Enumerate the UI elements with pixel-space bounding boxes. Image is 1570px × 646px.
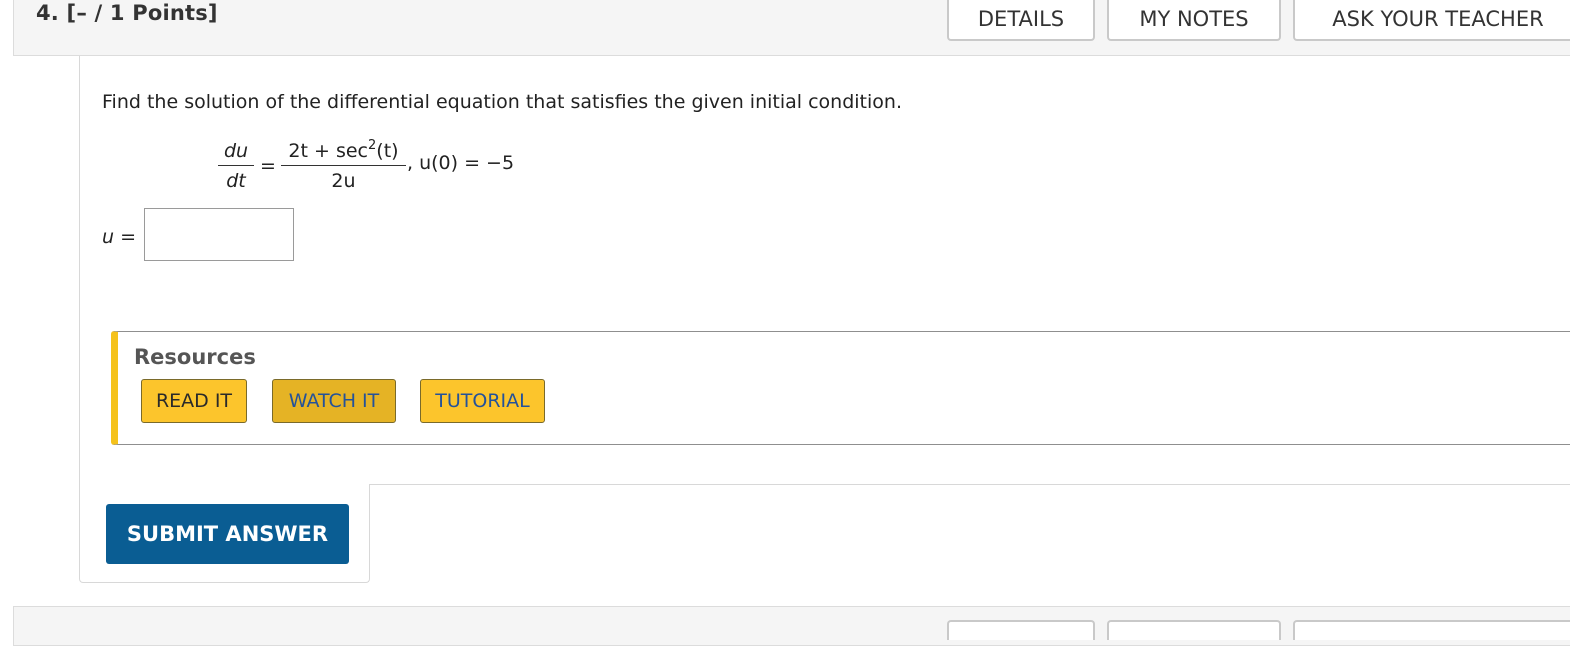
derivative-numerator: du	[223, 140, 249, 162]
fraction-bar	[281, 165, 406, 166]
rhs-denominator: 2u	[331, 170, 356, 192]
next-details-button[interactable]	[947, 620, 1095, 640]
tutorial-button[interactable]: TUTORIAL	[420, 379, 545, 423]
watch-it-button[interactable]: WATCH IT	[272, 379, 396, 423]
next-my-notes-button[interactable]	[1107, 620, 1281, 640]
answer-label: u =	[102, 226, 137, 248]
divider	[369, 484, 1570, 485]
ask-teacher-button[interactable]: ASK YOUR TEACHER	[1293, 0, 1570, 41]
details-button[interactable]: DETAILS	[947, 0, 1095, 41]
rhs-fraction: 2t + sec2(t) 2u	[281, 138, 406, 192]
derivative-denominator: dt	[226, 170, 246, 192]
initial-condition: , u(0) = −5	[407, 152, 515, 174]
rhs-numerator: 2t + sec2(t)	[288, 138, 399, 162]
read-it-button[interactable]: READ IT	[141, 379, 247, 423]
my-notes-button[interactable]: MY NOTES	[1107, 0, 1281, 41]
resources-panel: Resources READ IT WATCH IT TUTORIAL	[111, 331, 1570, 445]
points-label: [– / 1 Points]	[66, 1, 218, 25]
derivative-fraction: du dt	[218, 140, 254, 192]
fraction-bar	[218, 165, 254, 166]
question-number: 4. [– / 1 Points]	[36, 1, 218, 25]
resources-title: Resources	[134, 345, 256, 369]
answer-input[interactable]	[144, 208, 294, 261]
submit-answer-button[interactable]: SUBMIT ANSWER	[106, 504, 349, 564]
equals-sign: =	[260, 155, 276, 177]
question-prompt: Find the solution of the differential eq…	[102, 91, 902, 113]
next-ask-teacher-button[interactable]	[1293, 620, 1570, 640]
